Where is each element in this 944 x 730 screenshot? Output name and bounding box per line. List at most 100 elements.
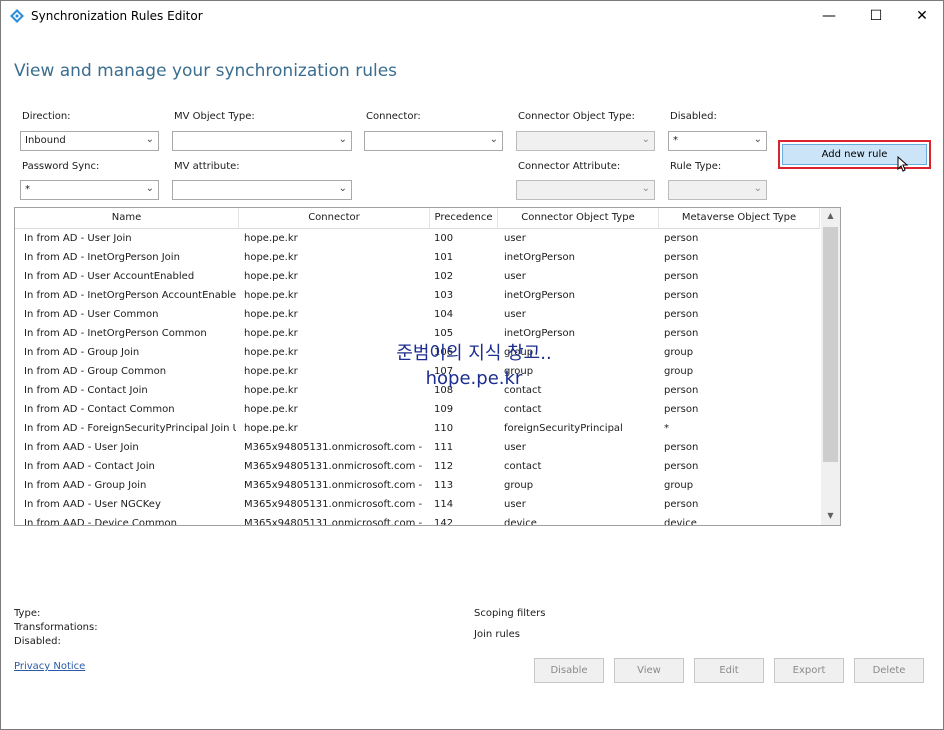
cell-connector: hope.pe.kr xyxy=(244,233,298,244)
password-sync-label: Password Sync: xyxy=(22,161,100,172)
cell-connector: M365x94805131.onmicrosoft.com - AAD xyxy=(244,461,424,472)
connector-attribute-select[interactable]: ⌄ xyxy=(516,180,655,200)
cell-connector: hope.pe.kr xyxy=(244,404,298,415)
direction-select[interactable]: Inbound ⌄ xyxy=(20,131,159,151)
scroll-down-icon[interactable]: ▼ xyxy=(821,508,840,525)
cell-connector: M365x94805131.onmicrosoft.com - AAD xyxy=(244,499,424,510)
cell-name: In from AD - InetOrgPerson AccountEnable… xyxy=(24,290,236,301)
disabled-select[interactable]: * ⌄ xyxy=(668,131,767,151)
column-header-connector-object-type[interactable]: Connector Object Type xyxy=(498,208,659,228)
cell-metaverse-object-type: person xyxy=(664,328,699,339)
chevron-down-icon: ⌄ xyxy=(641,183,650,194)
scroll-up-icon[interactable]: ▲ xyxy=(821,208,840,225)
table-row[interactable]: In from AAD - Group Join M365x94805131.on… xyxy=(15,477,820,496)
disable-button[interactable]: Disable xyxy=(534,658,604,683)
cell-precedence: 142 xyxy=(434,518,454,526)
cell-name: In from AD - Group Common xyxy=(24,366,167,377)
table-row[interactable]: In from AD - User Join hope.pe.kr 100 user p… xyxy=(15,230,820,249)
cell-metaverse-object-type: group xyxy=(664,347,694,358)
minimize-button[interactable]: — xyxy=(806,1,852,31)
scrollbar-thumb[interactable] xyxy=(823,227,838,462)
scoping-filters-label: Scoping filters xyxy=(474,608,546,619)
column-header-metaverse-object-type[interactable]: Metaverse Object Type xyxy=(659,208,820,228)
cell-name: In from AAD - Contact Join xyxy=(24,461,155,472)
vertical-scrollbar[interactable]: ▲ ▼ xyxy=(821,208,840,525)
chevron-down-icon: ⌄ xyxy=(145,183,154,194)
table-row[interactable]: In from AD - User AccountEnabled hope.pe.… xyxy=(15,268,820,287)
export-button[interactable]: Export xyxy=(774,658,844,683)
cell-precedence: 111 xyxy=(434,442,454,453)
column-header-name[interactable]: Name xyxy=(15,208,239,228)
direction-label: Direction: xyxy=(22,111,71,122)
mv-object-type-select[interactable]: ⌄ xyxy=(172,131,352,151)
cell-connector: M365x94805131.onmicrosoft.com - AAD xyxy=(244,480,424,491)
maximize-button[interactable]: ☐ xyxy=(853,1,899,31)
cell-connector-object-type: user xyxy=(504,442,526,453)
cell-name: In from AD - InetOrgPerson Join xyxy=(24,252,180,263)
cell-name: In from AD - User Common xyxy=(24,309,159,320)
mouse-pointer-icon xyxy=(897,156,909,172)
cell-metaverse-object-type: person xyxy=(664,385,699,396)
rule-type-label: Rule Type: xyxy=(670,161,722,172)
table-row[interactable]: In from AAD - Contact Join M365x94805131.… xyxy=(15,458,820,477)
cell-metaverse-object-type: person xyxy=(664,309,699,320)
mv-object-type-label: MV Object Type: xyxy=(174,111,255,122)
chevron-down-icon: ⌄ xyxy=(338,183,347,194)
disabled-value: * xyxy=(673,135,678,146)
minimize-icon: — xyxy=(822,8,836,24)
table-row[interactable]: In from AD - User Common hope.pe.kr 104 use… xyxy=(15,306,820,325)
mv-attribute-select[interactable]: ⌄ xyxy=(172,180,352,200)
column-header-connector[interactable]: Connector xyxy=(239,208,430,228)
table-row[interactable]: In from AD - Contact Common hope.pe.kr 109… xyxy=(15,401,820,420)
cell-name: In from AD - ForeignSecurityPrincipal Jo… xyxy=(24,423,236,434)
table-row[interactable]: In from AD - ForeignSecurityPrincipal Jo… xyxy=(15,420,820,439)
cell-precedence: 112 xyxy=(434,461,454,472)
page-heading: View and manage your synchronization rul… xyxy=(14,61,398,81)
view-button[interactable]: View xyxy=(614,658,684,683)
password-sync-select[interactable]: * ⌄ xyxy=(20,180,159,200)
edit-button[interactable]: Edit xyxy=(694,658,764,683)
join-rules-label: Join rules xyxy=(474,629,520,640)
cell-connector: hope.pe.kr xyxy=(244,423,298,434)
close-button[interactable]: ✕ xyxy=(899,1,944,31)
edit-button-label: Edit xyxy=(719,665,739,676)
connector-select[interactable]: ⌄ xyxy=(364,131,503,151)
disabled-label: Disabled: xyxy=(670,111,717,122)
cell-name: In from AD - User Join xyxy=(24,233,132,244)
cell-connector-object-type: user xyxy=(504,233,526,244)
cell-precedence: 104 xyxy=(434,309,454,320)
password-sync-value: * xyxy=(25,184,30,195)
table-row[interactable]: In from AAD - User NGCKey M365x94805131.o… xyxy=(15,496,820,515)
cell-connector-object-type: contact xyxy=(504,404,542,415)
cell-name: In from AAD - Group Join xyxy=(24,480,147,491)
watermark: 준범이의 지식 창고.. hope.pe.kr xyxy=(389,341,559,391)
cell-name: In from AD - Contact Common xyxy=(24,404,175,415)
export-button-label: Export xyxy=(792,665,826,676)
delete-button[interactable]: Delete xyxy=(854,658,924,683)
window-title: Synchronization Rules Editor xyxy=(31,9,203,23)
cell-connector-object-type: inetOrgPerson xyxy=(504,252,575,263)
cell-metaverse-object-type: person xyxy=(664,233,699,244)
table-row[interactable]: In from AAD - User Join M365x94805131.onm… xyxy=(15,439,820,458)
cell-name: In from AD - Contact Join xyxy=(24,385,148,396)
cell-connector-object-type: device xyxy=(504,518,537,526)
table-row[interactable]: In from AAD - Device Common M365x94805131… xyxy=(15,515,820,526)
table-row[interactable]: In from AD - InetOrgPerson Join hope.pe.k… xyxy=(15,249,820,268)
connector-label: Connector: xyxy=(366,111,421,122)
view-button-label: View xyxy=(637,665,661,676)
cell-name: In from AAD - Device Common xyxy=(24,518,177,526)
cell-connector: M365x94805131.onmicrosoft.com - AAD xyxy=(244,442,424,453)
privacy-notice-link[interactable]: Privacy Notice xyxy=(14,661,85,672)
direction-value: Inbound xyxy=(25,135,66,146)
rule-type-select[interactable]: ⌄ xyxy=(668,180,767,200)
cell-connector-object-type: user xyxy=(504,271,526,282)
cell-connector-object-type: inetOrgPerson xyxy=(504,290,575,301)
column-header-precedence[interactable]: Precedence xyxy=(430,208,498,228)
connector-object-type-select[interactable]: ⌄ xyxy=(516,131,655,151)
cell-connector-object-type: contact xyxy=(504,461,542,472)
chevron-down-icon: ⌄ xyxy=(753,183,762,194)
cell-precedence: 100 xyxy=(434,233,454,244)
table-row[interactable]: In from AD - InetOrgPerson AccountEnable… xyxy=(15,287,820,306)
add-new-rule-label: Add new rule xyxy=(821,149,888,160)
cell-metaverse-object-type: device xyxy=(664,518,697,526)
